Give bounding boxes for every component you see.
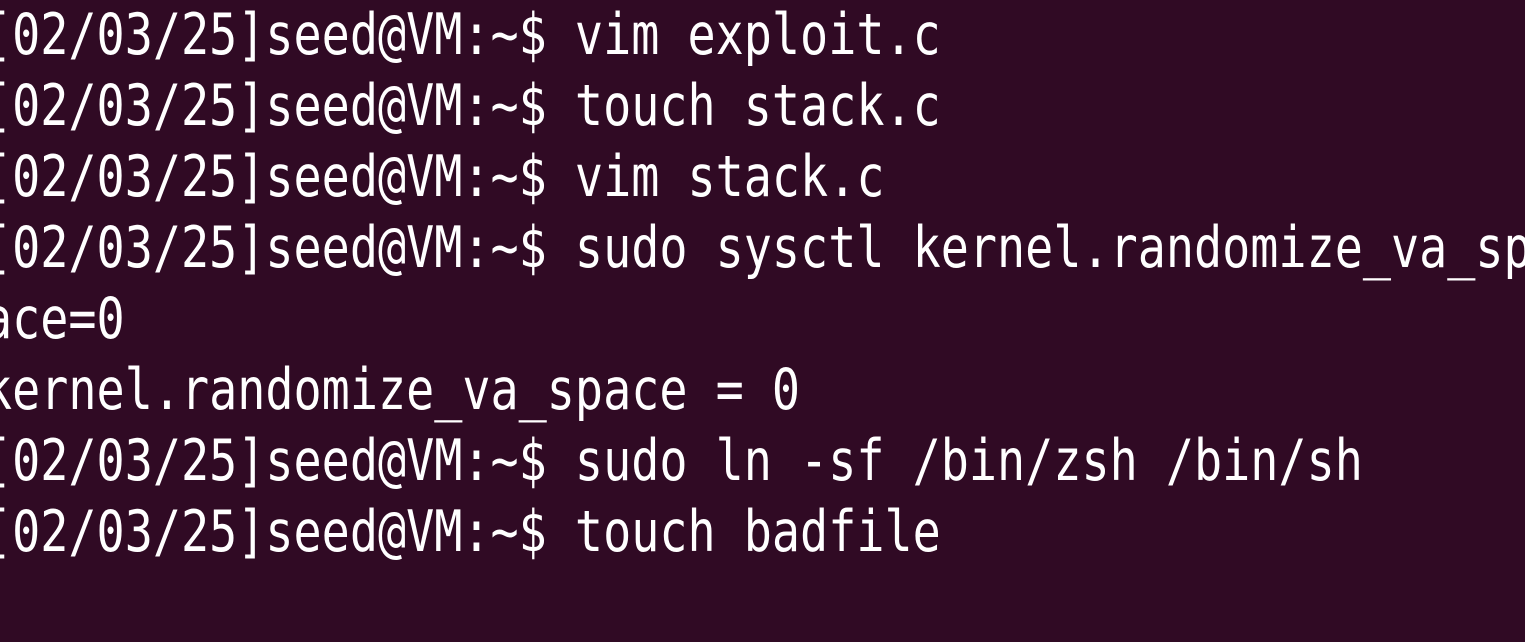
terminal-line: [02/03/25]seed@VM:~$ vim exploit.c xyxy=(0,2,941,68)
terminal-output: [02/03/25]seed@VM:~$ vim exploit.c [02/0… xyxy=(0,0,1525,568)
terminal-line: kernel.randomize_va_space = 0 xyxy=(0,357,801,423)
terminal-line: [02/03/25]seed@VM:~$ vim stack.c xyxy=(0,144,885,210)
terminal-line: ace=0 xyxy=(0,286,125,352)
terminal-line: [02/03/25]seed@VM:~$ sudo sysctl kernel.… xyxy=(0,215,1525,281)
terminal-line: [02/03/25]seed@VM:~$ touch stack.c xyxy=(0,73,941,139)
terminal-line: [02/03/25]seed@VM:~$ sudo ln -sf /bin/zs… xyxy=(0,428,1363,494)
terminal-line: [02/03/25]seed@VM:~$ touch badfile xyxy=(0,499,941,565)
terminal-window[interactable]: [02/03/25]seed@VM:~$ vim exploit.c [02/0… xyxy=(0,0,1525,642)
